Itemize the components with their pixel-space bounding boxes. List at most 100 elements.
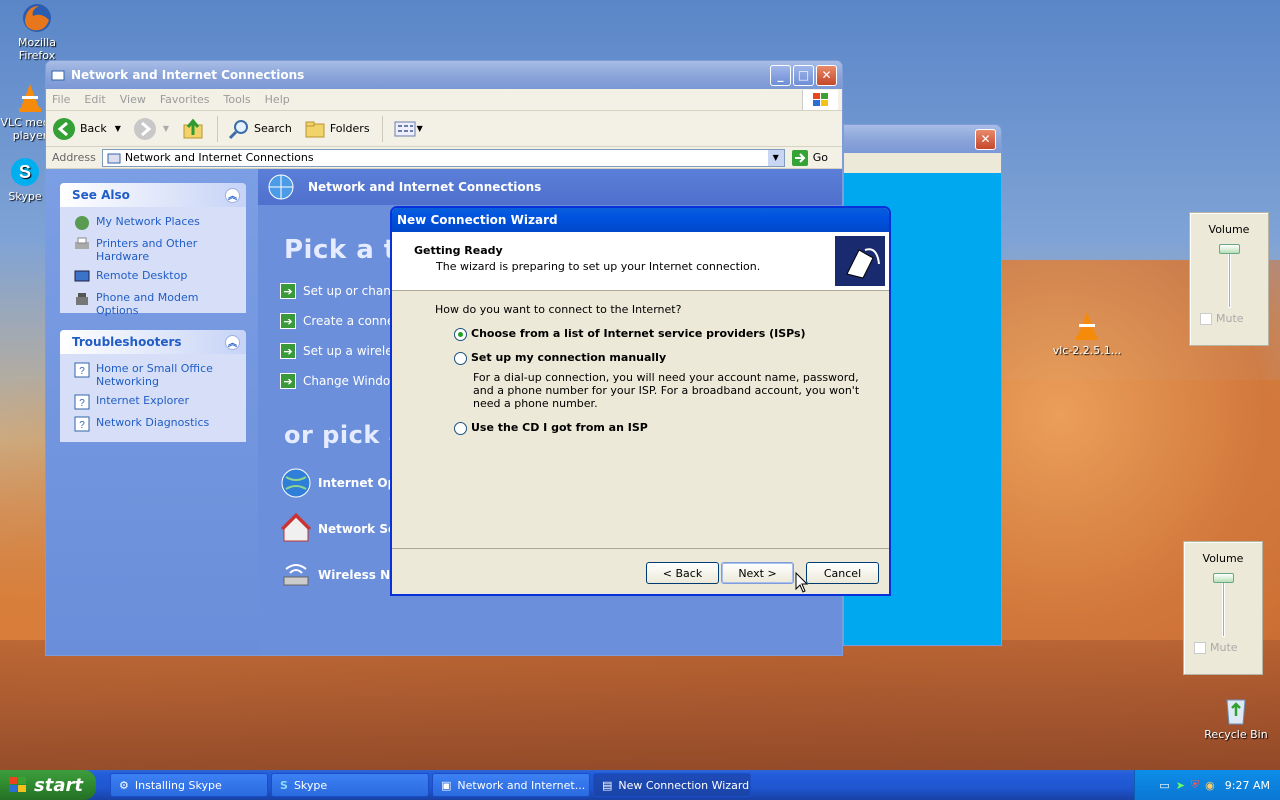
menu-favorites[interactable]: Favorites: [160, 93, 210, 106]
menu-view[interactable]: View: [120, 93, 146, 106]
address-dropdown-button[interactable]: ▼: [767, 149, 784, 166]
link-my-network-places[interactable]: My Network Places: [74, 215, 236, 231]
help-icon: ?: [74, 394, 90, 410]
printer-icon: [75, 237, 89, 249]
task-change-windows[interactable]: ➔ Change Window: [280, 373, 400, 389]
vlc-cone-icon: [1076, 312, 1098, 340]
volume-slider[interactable]: [1190, 236, 1268, 312]
desktop-icon-vlc-installer[interactable]: vlc-2.2.5.1...: [1050, 310, 1124, 357]
taskbar-button-installing-skype[interactable]: ⚙ Installing Skype: [110, 773, 268, 797]
network-tray-icon[interactable]: ▭: [1159, 779, 1169, 792]
security-shield-icon[interactable]: ⛨: [1191, 778, 1199, 792]
collapse-chevron-icon[interactable]: ︽: [225, 334, 240, 350]
menu-tools[interactable]: Tools: [224, 93, 251, 106]
link-phone-modem[interactable]: Phone and Modem Options: [74, 291, 236, 317]
new-connection-wizard[interactable]: New Connection Wizard Getting Ready The …: [390, 206, 891, 596]
link-printers-hardware[interactable]: Printers and Other Hardware: [74, 237, 236, 263]
wizard-heading: Getting Ready: [414, 244, 503, 257]
chevron-down-icon[interactable]: ▼: [115, 124, 121, 133]
troubleshooters-header[interactable]: Troubleshooters ︽: [60, 330, 246, 354]
volume-control-1[interactable]: Volume Mute: [1189, 212, 1269, 346]
option-use-cd-label[interactable]: Use the CD I got from an ISP: [471, 421, 648, 434]
desktop-icon-skype[interactable]: S Skype: [0, 156, 50, 203]
menu-edit[interactable]: Edit: [84, 93, 105, 106]
menu-help[interactable]: Help: [265, 93, 290, 106]
volume-slider[interactable]: [1184, 565, 1262, 641]
link-internet-explorer[interactable]: ? Internet Explorer: [74, 394, 236, 410]
folders-button[interactable]: Folders: [304, 118, 370, 140]
close-button[interactable]: ✕: [816, 64, 837, 86]
radio-manual-setup[interactable]: [454, 352, 467, 365]
folders-icon: [305, 121, 325, 137]
safely-remove-icon[interactable]: ➤: [1176, 779, 1185, 792]
volume-control-2[interactable]: Volume Mute: [1183, 541, 1263, 675]
explorer-titlebar[interactable]: Network and Internet Connections _ □ ✕: [46, 61, 842, 89]
minimize-button[interactable]: _: [770, 64, 791, 86]
collapse-chevron-icon[interactable]: ︽: [225, 187, 240, 203]
taskbar-button-skype[interactable]: S Skype: [271, 773, 429, 797]
next-button[interactable]: Next >: [721, 562, 794, 584]
vlc-cone-icon: [19, 84, 41, 112]
option-choose-isp-label[interactable]: Choose from a list of Internet service p…: [471, 327, 806, 340]
firefox-icon: [23, 4, 51, 32]
wizard-icon: ▤: [602, 778, 613, 792]
back-button[interactable]: Back ▼: [52, 117, 121, 141]
search-icon: [228, 119, 249, 139]
desktop-icon-label: Skype: [8, 190, 42, 203]
mute-checkbox[interactable]: [1194, 641, 1206, 654]
search-button[interactable]: Search: [228, 118, 292, 140]
go-button[interactable]: Go: [791, 149, 828, 167]
arrow-right-icon: ➔: [280, 283, 296, 299]
task-create-connection[interactable]: ➔ Create a conne: [280, 313, 394, 329]
radio-use-cd[interactable]: [454, 422, 467, 435]
see-also-header[interactable]: See Also ︽: [60, 183, 246, 207]
task-setup-connection[interactable]: ➔ Set up or chang: [280, 283, 398, 299]
network-places-icon: [75, 216, 89, 230]
arrow-right-icon: ➔: [280, 373, 296, 389]
modem-cable-icon: [835, 236, 885, 286]
maximize-button[interactable]: □: [793, 64, 814, 86]
network-folder-icon: [51, 70, 65, 81]
link-network-diagnostics[interactable]: ? Network Diagnostics: [74, 416, 236, 432]
wizard-question: How do you want to connect to the Intern…: [435, 303, 682, 316]
clock[interactable]: 9:27 AM: [1225, 779, 1270, 792]
wizard-titlebar[interactable]: New Connection Wizard: [392, 208, 889, 232]
volume-slider-thumb[interactable]: [1219, 244, 1240, 254]
svg-text:?: ?: [79, 398, 85, 409]
volume-slider-thumb[interactable]: [1213, 573, 1234, 583]
option-manual-setup-label[interactable]: Set up my connection manually: [471, 351, 666, 364]
menu-file[interactable]: File: [52, 93, 70, 106]
desktop-icon-recycle-bin[interactable]: Recycle Bin: [1199, 694, 1273, 741]
cancel-button[interactable]: Cancel: [806, 562, 879, 584]
address-input[interactable]: Network and Internet Connections ▼: [101, 148, 785, 167]
address-bar: Address Network and Internet Connections…: [46, 147, 842, 169]
start-button[interactable]: start: [0, 770, 96, 800]
chevron-down-icon[interactable]: ▼: [163, 124, 169, 133]
close-button[interactable]: ✕: [975, 128, 996, 150]
remote-desktop-icon: [74, 270, 90, 282]
option-manual-setup-description: For a dial-up connection, you will need …: [473, 371, 860, 410]
system-tray: ▭ ➤ ⛨ ◉ 9:27 AM: [1134, 770, 1280, 800]
cp-internet-options[interactable]: Internet Opt: [280, 467, 402, 499]
desktop-icon-firefox[interactable]: Mozilla Firefox: [0, 2, 74, 62]
taskbar-button-new-connection-wizard[interactable]: ▤ New Connection Wizard: [593, 773, 751, 797]
forward-button[interactable]: ▼: [133, 117, 169, 141]
pick-icon-heading: or pick a: [284, 421, 406, 449]
back-button[interactable]: < Back: [646, 562, 719, 584]
link-home-networking[interactable]: ? Home or Small Office Networking: [74, 362, 236, 388]
link-remote-desktop[interactable]: Remote Desktop: [74, 269, 236, 285]
taskbar: start ⚙ Installing Skype S Skype ▣ Network …: [0, 770, 1280, 800]
task-wireless[interactable]: ➔ Set up a wirele: [280, 343, 393, 359]
windows-flag-icon: [9, 777, 26, 792]
mute-checkbox[interactable]: [1200, 312, 1212, 325]
views-button[interactable]: ▼: [393, 119, 423, 139]
task-pane: See Also ︽ My Network Places Printers an…: [46, 169, 258, 655]
help-icon: ?: [74, 416, 90, 432]
up-button[interactable]: [181, 117, 205, 141]
back-arrow-icon: [53, 117, 75, 140]
taskbar-button-network-connections[interactable]: ▣ Network and Internet...: [432, 773, 590, 797]
mouse-cursor-icon: [795, 572, 809, 593]
cp-network-setup[interactable]: Network Sett: [280, 513, 408, 545]
radio-choose-isp[interactable]: [454, 328, 467, 341]
skype-tray-icon[interactable]: ◉: [1205, 779, 1215, 792]
